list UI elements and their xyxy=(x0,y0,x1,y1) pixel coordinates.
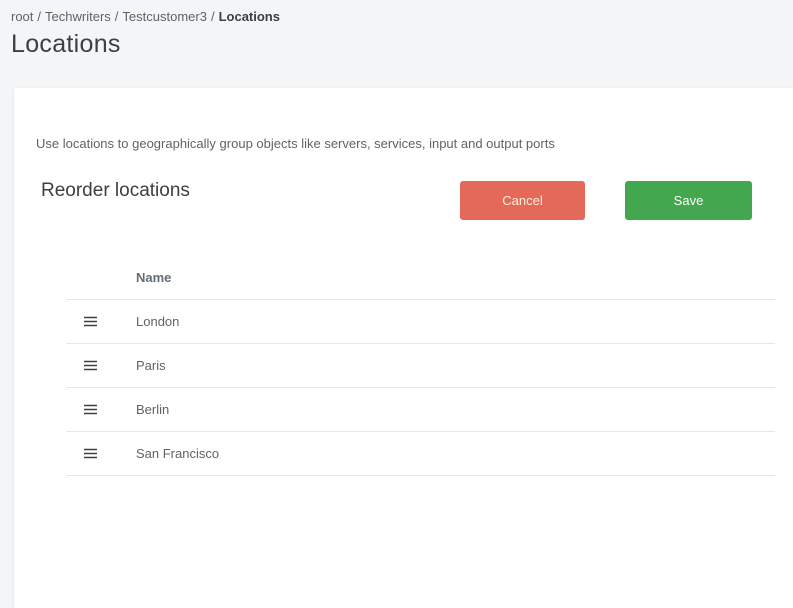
breadcrumb-item-testcustomer3[interactable]: Testcustomer3 xyxy=(122,9,207,24)
page-title: Locations xyxy=(11,29,793,59)
location-name: Berlin xyxy=(136,402,775,417)
drag-handle-icon[interactable] xyxy=(84,404,97,415)
location-row: Berlin xyxy=(66,388,775,432)
drag-handle-icon[interactable] xyxy=(84,360,97,371)
breadcrumb: root/Techwriters/Testcustomer3/Locations xyxy=(0,0,793,24)
breadcrumb-separator: / xyxy=(211,9,215,24)
breadcrumb-separator: / xyxy=(115,9,119,24)
breadcrumb-item-techwriters[interactable]: Techwriters xyxy=(45,9,111,24)
drag-handle-icon[interactable] xyxy=(84,316,97,327)
breadcrumb-separator: / xyxy=(37,9,41,24)
location-name: San Francisco xyxy=(136,446,775,461)
column-header-name: Name xyxy=(136,270,775,285)
location-row: London xyxy=(66,300,775,344)
locations-card: Use locations to geographically group ob… xyxy=(14,88,793,608)
location-row: Paris xyxy=(66,344,775,388)
cancel-button[interactable]: Cancel xyxy=(460,181,585,220)
location-name: Paris xyxy=(136,358,775,373)
save-button[interactable]: Save xyxy=(625,181,752,220)
breadcrumb-current: Locations xyxy=(219,9,280,24)
breadcrumb-item-root[interactable]: root xyxy=(11,9,33,24)
location-row: San Francisco xyxy=(66,432,775,476)
reorder-toolbar: Reorder locations Cancel Save xyxy=(14,180,793,220)
card-description: Use locations to geographically group ob… xyxy=(14,88,793,151)
table-header-row: Name xyxy=(66,255,775,300)
drag-handle-icon[interactable] xyxy=(84,448,97,459)
locations-table: Name London Paris Be xyxy=(66,255,775,476)
reorder-heading: Reorder locations xyxy=(41,180,460,201)
location-name: London xyxy=(136,314,775,329)
